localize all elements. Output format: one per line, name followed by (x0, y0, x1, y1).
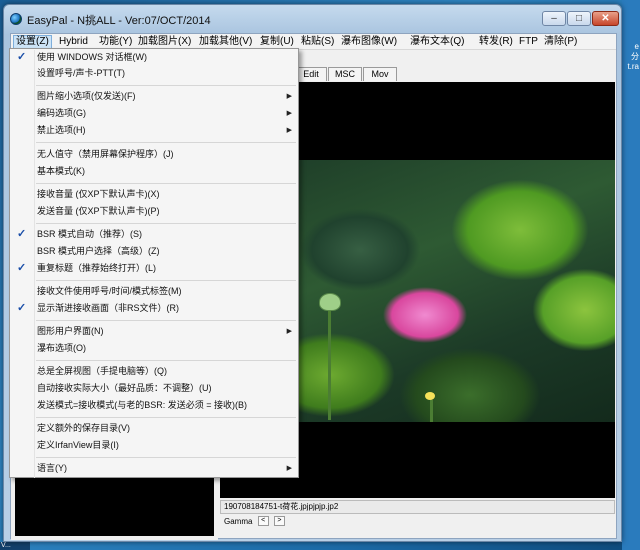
tab-mov[interactable]: Mov (363, 67, 397, 81)
menu-item-label: 设置呼号/声卡-PTT(T) (37, 68, 125, 78)
menu-item-label: 禁止选项(H) (37, 125, 86, 135)
menu-settings[interactable]: 设置(Z) (13, 35, 52, 49)
menu-item-encoding[interactable]: 编码选项(G) ▶ (10, 105, 298, 122)
submenu-arrow-icon: ▶ (286, 93, 292, 100)
menu-separator (36, 142, 296, 143)
desktop-label: 分 (631, 52, 639, 61)
menu-item-bsr-auto[interactable]: ✓ BSR 模式自动（推荐）(S) (10, 226, 298, 243)
menu-functions[interactable]: 功能(Y) (97, 35, 134, 49)
tab-msc[interactable]: MSC (328, 67, 362, 81)
menu-item-progressive-display[interactable]: ✓ 显示渐进接收画面（非RS文件）(R) (10, 300, 298, 317)
minimize-button[interactable]: – (542, 11, 566, 26)
settings-menu: ✓ 使用 WINDOWS 对话框(W) 设置呼号/声卡-PTT(T) 图片缩小选… (9, 48, 299, 478)
tab-edit[interactable]: Edit (295, 67, 327, 81)
menu-paste[interactable]: 粘贴(S) (299, 35, 336, 49)
menu-item-label: 编码选项(G) (37, 108, 86, 118)
menu-item-label: 瀑布选项(O) (37, 343, 86, 353)
menu-separator (36, 320, 296, 321)
menu-ftp[interactable]: FTP (517, 35, 540, 49)
menu-item-irfanview-dir[interactable]: 定义IrfanView目录(I) (10, 437, 298, 454)
menu-item-label: 接收文件使用呼号/时间/模式标签(M) (37, 286, 182, 296)
menu-copy[interactable]: 复制(U) (258, 35, 296, 49)
menu-item-fullscreen[interactable]: 总是全屏视图（手提电脑等）(Q) (10, 363, 298, 380)
gamma-decrease-button[interactable]: < (257, 516, 269, 526)
menu-waterfall-image[interactable]: 瀑布图像(W) (339, 35, 399, 49)
submenu-arrow-icon: ▶ (286, 127, 292, 134)
desktop-label: t.ra (627, 62, 639, 71)
menu-item-label: 无人值守（禁用屏幕保护程序）(J) (37, 149, 174, 159)
menu-separator (36, 457, 296, 458)
menu-separator (36, 223, 296, 224)
menu-item-label: 语言(Y) (37, 463, 67, 473)
check-icon: ✓ (17, 302, 27, 314)
check-icon: ✓ (17, 51, 27, 63)
menu-item-tx-equals-rx[interactable]: 发送模式=接收模式(与老的BSR: 发送必须 = 接收)(B) (10, 397, 298, 414)
title-bar[interactable]: EasyPal - N挑ALL - Ver:07/OCT/2014 – □ ✕ (4, 5, 621, 33)
filename-bar: 190708184751-t荷花.jpjpjpjp.jp2 (220, 500, 615, 514)
menu-item-image-reduce[interactable]: 图片缩小选项(仅发送)(F) ▶ (10, 88, 298, 105)
menu-item-label: 图片缩小选项(仅发送)(F) (37, 91, 136, 101)
submenu-arrow-icon: ▶ (286, 110, 292, 117)
menu-hybrid[interactable]: Hybrid (57, 35, 90, 49)
gamma-controls: Gamma < > (220, 516, 615, 528)
menu-item-label: BSR 模式自动（推荐）(S) (37, 229, 143, 239)
menu-item-label: 接收音量 (仅XP下默认声卡)(X) (37, 189, 160, 199)
menu-item-label: 显示渐进接收画面（非RS文件）(R) (37, 303, 179, 313)
menu-waterfall-text[interactable]: 瀑布文本(Q) (408, 35, 466, 49)
menu-item-tx-volume[interactable]: 发送音量 (仅XP下默认声卡)(P) (10, 203, 298, 220)
menu-item-label: 基本模式(K) (37, 166, 85, 176)
taskbar-fragment[interactable]: V... (0, 542, 30, 550)
menu-item-callsign-ptt[interactable]: 设置呼号/声卡-PTT(T) (10, 65, 298, 82)
submenu-arrow-icon: ▶ (286, 465, 292, 472)
menu-item-label: 重复标题（推荐始终打开）(L) (37, 263, 157, 273)
menu-item-repeat-header[interactable]: ✓ 重复标题（推荐始终打开）(L) (10, 260, 298, 277)
menu-item-extra-save-dir[interactable]: 定义额外的保存目录(V) (10, 420, 298, 437)
menu-item-waterfall-options[interactable]: 瀑布选项(O) (10, 340, 298, 357)
menu-item-bsr-user[interactable]: BSR 模式用户选择（高级）(Z) (10, 243, 298, 260)
menu-separator (36, 280, 296, 281)
menu-item-file-tags[interactable]: 接收文件使用呼号/时间/模式标签(M) (10, 283, 298, 300)
desktop-label: e (634, 42, 639, 51)
gamma-increase-button[interactable]: > (273, 516, 285, 526)
menu-separator (36, 417, 296, 418)
globe-icon (10, 13, 22, 25)
flower-stem (430, 400, 433, 422)
menu-item-label: 定义额外的保存目录(V) (37, 423, 130, 433)
menu-item-language[interactable]: 语言(Y) ▶ (10, 460, 298, 477)
menu-load-image[interactable]: 加载图片(X) (136, 35, 193, 49)
desktop-icon-labels: e 分 t.ra (623, 42, 639, 72)
menu-item-disable[interactable]: 禁止选项(H) ▶ (10, 122, 298, 139)
menu-load-other[interactable]: 加载其他(V) (197, 35, 254, 49)
desktop-background (622, 0, 640, 550)
menu-clear[interactable]: 清除(P) (542, 35, 579, 49)
lotus-seedpod (319, 293, 341, 311)
menu-item-label: 自动接收实际大小（最好品质：不调整）(U) (37, 383, 212, 393)
menu-item-auto-actual-size[interactable]: 自动接收实际大小（最好品质：不调整）(U) (10, 380, 298, 397)
gamma-label: Gamma (224, 517, 253, 526)
menu-item-label: 发送音量 (仅XP下默认声卡)(P) (37, 206, 160, 216)
menu-item-label: 总是全屏视图（手提电脑等）(Q) (37, 366, 167, 376)
menu-item-rx-volume[interactable]: 接收音量 (仅XP下默认声卡)(X) (10, 186, 298, 203)
menu-separator (36, 360, 296, 361)
menu-item-label: BSR 模式用户选择（高级）(Z) (37, 246, 160, 256)
close-button[interactable]: ✕ (592, 11, 619, 26)
menu-item-label: 图形用户界面(N) (37, 326, 104, 336)
check-icon: ✓ (17, 228, 27, 240)
menu-item-basic-mode[interactable]: 基本模式(K) (10, 163, 298, 180)
lotus-stem (328, 310, 331, 420)
maximize-button[interactable]: □ (567, 11, 591, 26)
menu-item-windows-dialog[interactable]: ✓ 使用 WINDOWS 对话框(W) (10, 49, 298, 66)
flower-center (425, 392, 435, 400)
menu-separator (36, 85, 296, 86)
menu-forward[interactable]: 转发(R) (477, 35, 515, 49)
menu-item-gui[interactable]: 图形用户界面(N) ▶ (10, 323, 298, 340)
submenu-arrow-icon: ▶ (286, 328, 292, 335)
menu-separator (36, 183, 296, 184)
menu-item-label: 定义IrfanView目录(I) (37, 440, 119, 450)
window-title: EasyPal - N挑ALL - Ver:07/OCT/2014 (27, 15, 211, 27)
check-icon: ✓ (17, 262, 27, 274)
menu-item-unattended[interactable]: 无人值守（禁用屏幕保护程序）(J) (10, 146, 298, 163)
menu-item-label: 使用 WINDOWS 对话框(W) (37, 52, 147, 62)
menu-item-label: 发送模式=接收模式(与老的BSR: 发送必须 = 接收)(B) (37, 400, 248, 410)
